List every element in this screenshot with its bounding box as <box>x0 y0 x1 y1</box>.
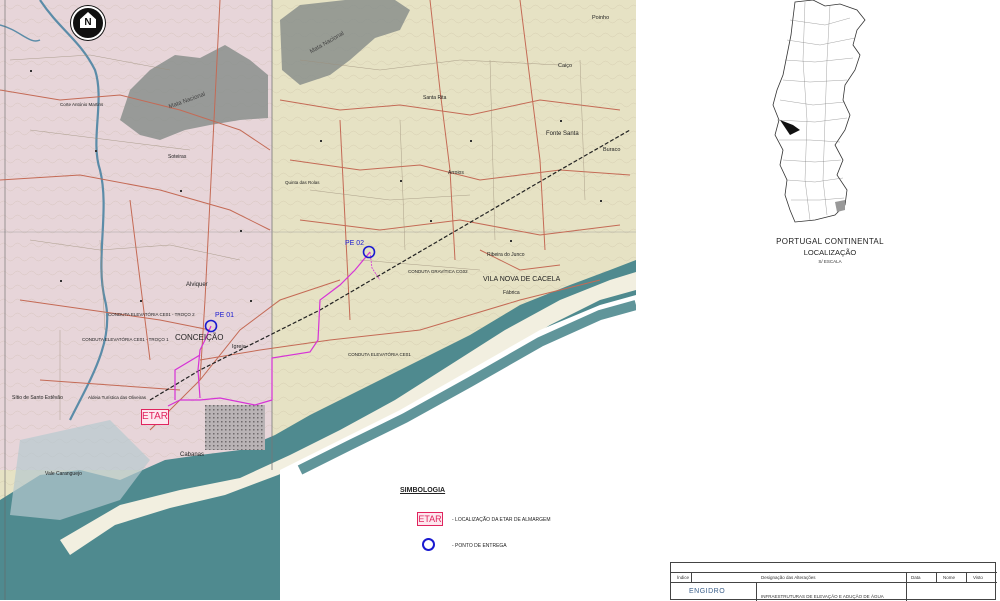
town-ribeira-do-junco: Ribeira do Junco <box>487 252 525 258</box>
town-arroios: Arroios <box>448 170 464 176</box>
portugal-location-map <box>772 0 866 223</box>
tb-project: INFRAESTRUTURAS DE ELEVAÇÃO E ADUÇÃO DE … <box>761 594 884 599</box>
tb-field-index: Índice <box>677 575 690 580</box>
town-quinta-das-rolas: Quinta das Rolas <box>285 180 320 185</box>
town-santo-estevao: Sítio de Santo Estêvão <box>12 395 63 401</box>
location-map-title: PORTUGAL CONTINENTAL <box>776 237 884 246</box>
town-aldeia-turistica: Aldeia Turística das Oliveiras <box>88 395 147 400</box>
pipeline-label-ce01: CONDUTA ELEVATÓRIA CE01 <box>348 352 411 357</box>
town-fabrica: Fábrica <box>503 290 520 296</box>
legend-etar-text: - LOCALIZAÇÃO DA ETAR DE ALMARGEM <box>452 517 551 523</box>
town-poinho: Poinho <box>592 15 610 21</box>
tb-field-date: Data <box>911 575 921 580</box>
portugal-outline <box>772 0 866 223</box>
town-conceicao: CONCEIÇÃO <box>175 333 224 342</box>
legend: SIMBOLOGIA ETAR - LOCALIZAÇÃO DA ETAR DE… <box>400 485 600 555</box>
town-vila-nova-cacela: VILA NOVA DE CACELA <box>483 276 561 283</box>
town-buraco: Buraco <box>603 147 621 153</box>
cabanas-urban <box>205 405 265 450</box>
legend-delivery-point-text: - PONTO DE ENTREGA <box>452 543 507 549</box>
location-map-subtitle: LOCALIZAÇÃO <box>803 248 857 257</box>
legend-delivery-point-icon <box>422 538 435 551</box>
town-igreja: Igreja <box>232 344 246 350</box>
title-block: Índice Designação das Alterações Data No… <box>670 562 997 601</box>
town-vale-caranguejo: Vale Caranguejo <box>45 471 82 477</box>
town-fonte-santa: Fonte Santa <box>546 131 579 137</box>
pe01-label: PE 01 <box>215 312 235 319</box>
location-map-scale: S/ ESCALA <box>818 259 842 264</box>
legend-title: SIMBOLOGIA <box>400 487 446 494</box>
town-cabanas: Cabanas <box>180 452 205 458</box>
town-caico: Caiço <box>558 63 573 69</box>
town-corte-antonio-martins: Corte António Martins <box>60 102 104 107</box>
town-alviquer: Alviquer <box>186 282 208 288</box>
legend-etar-symbol: ETAR <box>417 512 443 526</box>
tb-field-name: Nome <box>943 575 956 580</box>
pipeline-label-ce01-t1: CONDUTA ELEVATÓRIA CE01 - TROÇO 1 <box>82 337 169 342</box>
pipeline-label-cg02: CONDUTA GRAVÍTICA CG02 <box>408 269 468 274</box>
north-arrow-icon: N <box>71 6 105 40</box>
etar-marker[interactable]: ETAR <box>141 409 169 425</box>
pipeline-label-ce01-t2: CONDUTA ELEVATÓRIA CE01 - TROÇO 2 <box>108 312 195 317</box>
town-soteiras: Soteiras <box>168 154 187 160</box>
tb-field-visto: Visto <box>973 575 983 580</box>
company-logo: ENGIDRO <box>689 588 726 595</box>
pe02-label: PE 02 <box>345 240 365 247</box>
town-santa-rita: Santa Rita <box>423 95 447 101</box>
tb-field-designation: Designação das Alterações <box>761 575 816 580</box>
north-arrow-label: N <box>84 17 92 28</box>
